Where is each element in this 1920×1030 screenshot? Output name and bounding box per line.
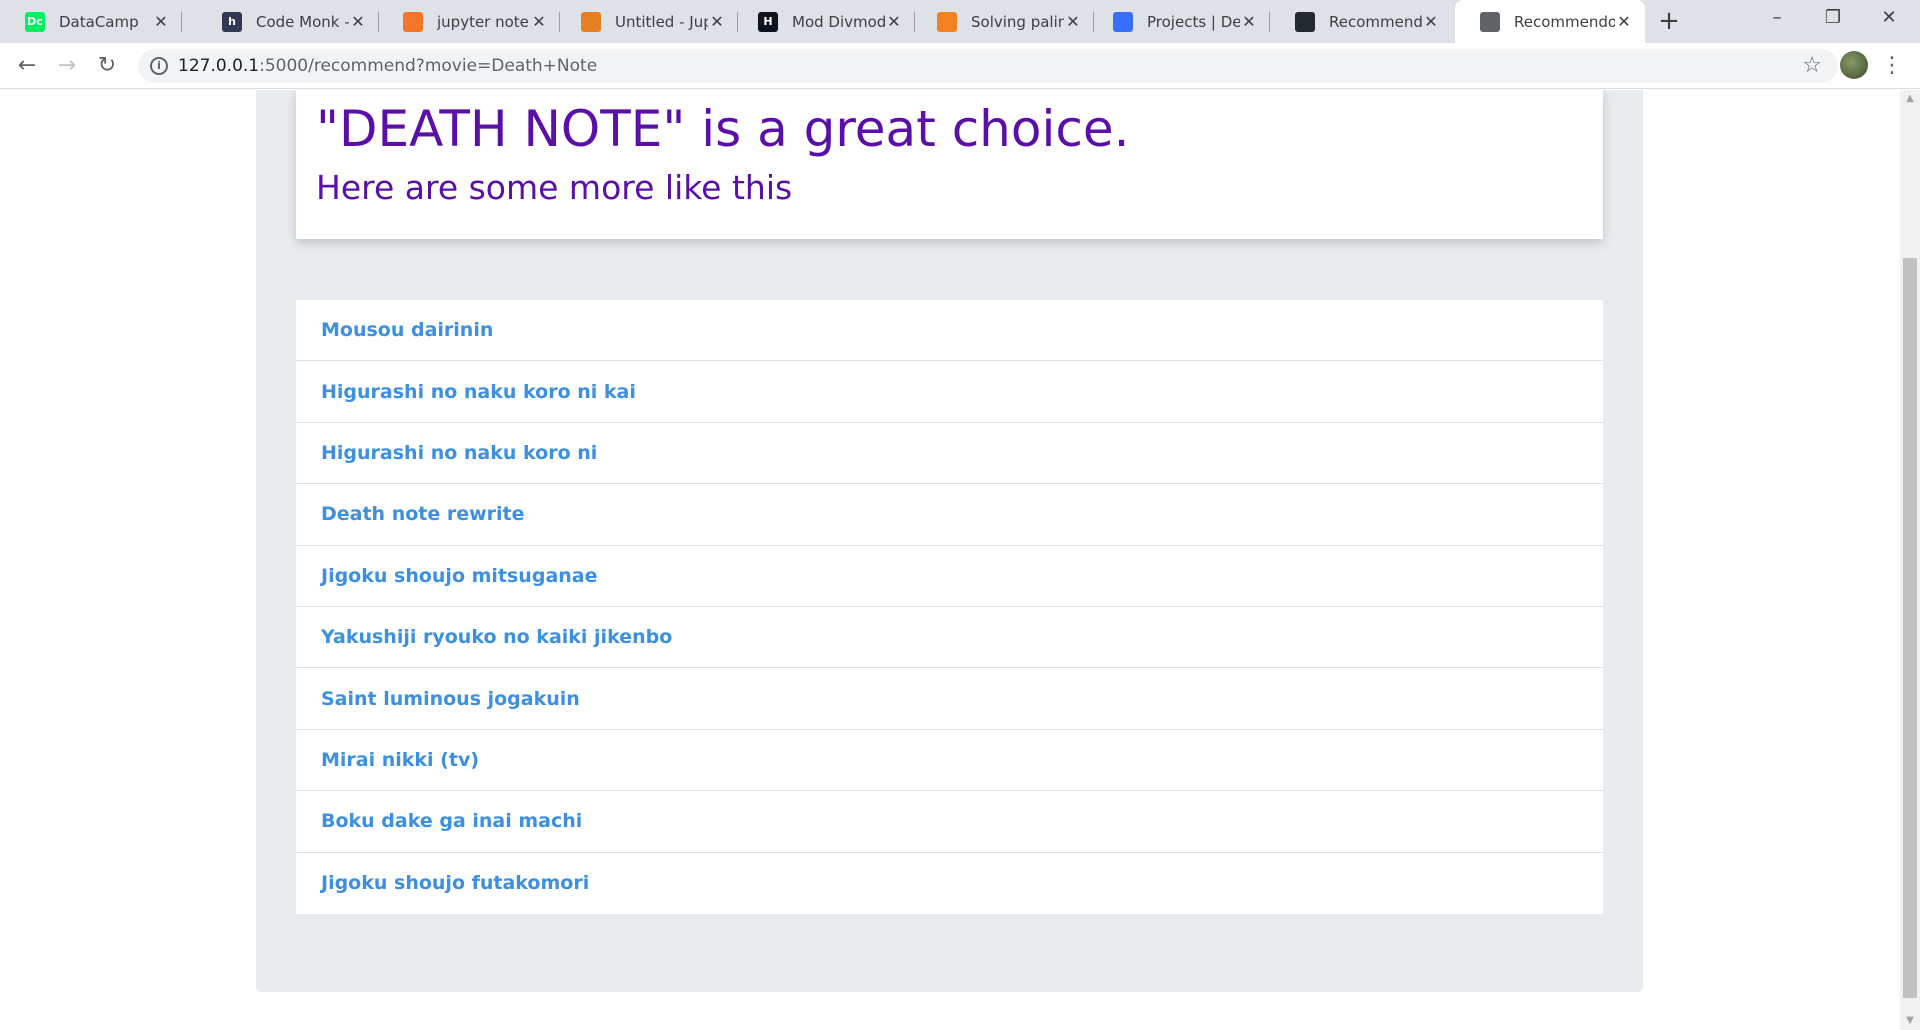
list-item: Higurashi no naku koro ni kai — [296, 361, 1603, 423]
close-tab-icon[interactable]: ✕ — [152, 12, 170, 31]
stackoverflow-icon — [937, 11, 957, 32]
browser-tab[interactable]: Recommendati✕ — [1270, 0, 1452, 43]
list-item: Jigoku shoujo futakomori — [296, 853, 1603, 914]
close-tab-icon[interactable]: ✕ — [1240, 12, 1258, 31]
kebab-menu-icon[interactable]: ⋮ — [1880, 51, 1904, 81]
browser-tab[interactable]: Untitled - Jupy✕ — [556, 0, 738, 43]
browser-tab[interactable]: jupyter notebo✕ — [378, 0, 560, 43]
scroll-up-arrow-icon[interactable]: ▲ — [1900, 90, 1920, 108]
tab-title: Untitled - Jupy — [615, 12, 708, 31]
tab-separator — [181, 12, 182, 32]
profile-avatar[interactable] — [1840, 51, 1868, 79]
tab-title: Recommendati — [1329, 12, 1422, 31]
close-tab-icon[interactable]: ✕ — [349, 12, 367, 31]
list-item: Mirai nikki (tv) — [296, 730, 1603, 792]
close-window-button[interactable]: ✕ — [1861, 0, 1917, 36]
recommendation-link[interactable]: Mirai nikki (tv) — [321, 749, 479, 771]
browser-tab[interactable]: Dc DataCamp ✕ — [0, 0, 182, 43]
hackerrank-icon: H — [758, 11, 778, 32]
tab-title: jupyter notebo — [437, 12, 530, 31]
hackerearth-icon: h — [222, 11, 242, 32]
restore-button[interactable]: ❐ — [1805, 0, 1861, 36]
recommendation-link[interactable]: Yakushiji ryouko no kaiki jikenbo — [321, 626, 672, 648]
close-tab-icon[interactable]: ✕ — [1615, 12, 1633, 31]
recommendation-list: Mousou dairinin Higurashi no naku koro ni… — [296, 300, 1603, 914]
close-tab-icon[interactable]: ✕ — [1422, 12, 1440, 31]
back-arrow-icon[interactable]: ← — [12, 51, 42, 81]
tab-title: DataCamp — [59, 12, 139, 31]
forward-arrow-icon[interactable]: → — [52, 51, 82, 81]
hero-card: "DEATH NOTE" is a great choice. Here are… — [296, 90, 1603, 239]
page-subtitle: Here are some more like this — [316, 168, 793, 207]
browser-tab[interactable]: h Code Monk - B✕ — [197, 0, 379, 43]
url-host: 127.0.0.1 — [178, 56, 260, 76]
minimize-button[interactable]: – — [1749, 0, 1805, 36]
info-icon[interactable]: i — [150, 57, 168, 75]
list-item: Jigoku shoujo mitsuganae — [296, 546, 1603, 607]
close-tab-icon[interactable]: ✕ — [708, 12, 726, 31]
tab-title: Mod Divmod | [ — [792, 12, 885, 31]
browser-tab[interactable]: Recommendor ✕ — [1455, 0, 1645, 43]
tab-title: Recommendor — [1514, 12, 1615, 31]
devfolio-icon — [1113, 11, 1133, 32]
new-tab-button[interactable]: + — [1655, 8, 1683, 36]
close-tab-icon[interactable]: ✕ — [530, 12, 548, 31]
browser-tab[interactable]: Solving palindr✕ — [912, 0, 1094, 43]
tab-title: Solving palindr — [971, 12, 1064, 31]
globe-icon — [1480, 11, 1500, 32]
content-panel: "DEATH NOTE" is a great choice. Here are… — [256, 90, 1643, 992]
list-item: Higurashi no naku koro ni — [296, 423, 1603, 485]
recommendation-link[interactable]: Jigoku shoujo mitsuganae — [321, 565, 598, 587]
list-item: Saint luminous jogakuin — [296, 668, 1603, 730]
recommendation-link[interactable]: Mousou dairinin — [321, 319, 493, 341]
tab-title: Projects | Devfo — [1147, 12, 1240, 31]
recommendation-link[interactable]: Higurashi no naku koro ni — [321, 442, 597, 464]
vertical-scrollbar[interactable]: ▲ ▼ — [1900, 90, 1920, 1030]
url-path: :5000/recommend?movie=Death+Note — [259, 56, 598, 76]
list-item: Yakushiji ryouko no kaiki jikenbo — [296, 607, 1603, 669]
page-title: "DEATH NOTE" is a great choice. — [316, 100, 1130, 158]
close-tab-icon[interactable]: ✕ — [885, 12, 903, 31]
address-bar[interactable]: i 127.0.0.1:5000/recommend?movie=Death+N… — [138, 49, 1838, 83]
recommendation-link[interactable]: Higurashi no naku koro ni kai — [321, 381, 636, 403]
jupyter-icon — [403, 11, 423, 32]
scroll-thumb[interactable] — [1903, 258, 1917, 998]
datacamp-icon: Dc — [25, 11, 45, 32]
tab-title: Code Monk - B — [256, 12, 349, 31]
reload-icon[interactable]: ↻ — [92, 51, 122, 81]
url-text[interactable]: 127.0.0.1:5000/recommend?movie=Death+Not… — [178, 56, 597, 76]
scroll-down-arrow-icon[interactable]: ▼ — [1900, 1012, 1920, 1030]
github-icon — [1295, 11, 1315, 32]
recommendation-link[interactable]: Saint luminous jogakuin — [321, 688, 580, 710]
tab-strip: DcDataCamp✕hCode Monk - B✕jupyter notebo… — [0, 0, 1920, 43]
recommendation-link[interactable]: Boku dake ga inai machi — [321, 810, 582, 832]
recommendation-link[interactable]: Death note rewrite — [321, 503, 525, 525]
notebook-icon — [581, 11, 601, 32]
page-viewport: "DEATH NOTE" is a great choice. Here are… — [0, 90, 1900, 1030]
bookmark-star-icon[interactable]: ☆ — [1802, 53, 1822, 78]
list-item: Boku dake ga inai machi — [296, 791, 1603, 853]
list-item: Mousou dairinin — [296, 300, 1603, 362]
browser-tab[interactable]: H Mod Divmod | [✕ — [733, 0, 915, 43]
list-item: Death note rewrite — [296, 484, 1603, 546]
close-tab-icon[interactable]: ✕ — [1064, 12, 1082, 31]
recommendation-link[interactable]: Jigoku shoujo futakomori — [321, 872, 589, 894]
browser-tab[interactable]: Projects | Devfo✕ — [1088, 0, 1270, 43]
browser-toolbar: ← → ↻ i 127.0.0.1:5000/recommend?movie=D… — [0, 43, 1920, 89]
